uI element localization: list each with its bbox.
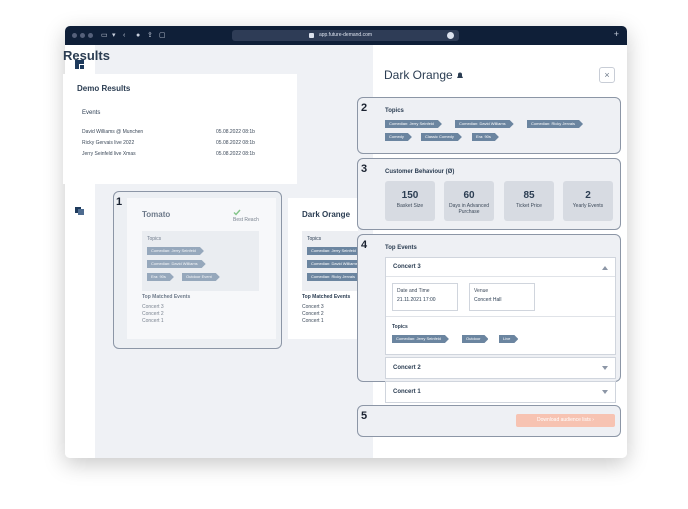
stat-label: Days in Advanced Purchase — [448, 203, 490, 215]
venue-value: Concert Hall — [474, 297, 502, 303]
section-title: Customer Behaviour (Ø) — [385, 169, 455, 175]
new-tab-icon[interactable]: + — [614, 29, 619, 40]
demo-results-card: Demo Results Events David Williams @ Mun… — [63, 74, 297, 184]
topic-tag: Classic Comedy — [421, 133, 462, 141]
topic-tag: Comedian: Ricky Jervais — [307, 273, 363, 281]
chevron-down-icon[interactable] — [602, 366, 608, 370]
topics-label: Topics — [392, 324, 408, 330]
sidebar-toggle-icon[interactable]: ▭ — [101, 31, 108, 40]
shield-icon[interactable]: ● — [136, 31, 140, 40]
window-close-dot[interactable] — [72, 33, 77, 38]
topic-tag: Comedian: Jerry Seinfeld — [307, 247, 364, 255]
layers-icon[interactable] — [74, 205, 85, 216]
close-button[interactable]: × — [599, 67, 615, 83]
browser-titlebar: ▭ ▾ ‹ ● ⇪ ▢ app.future-demand.com + — [65, 26, 627, 45]
stat-value: 150 — [401, 190, 419, 201]
section-title: Topics — [385, 108, 404, 114]
download-audience-button[interactable]: Download audience lists › — [516, 414, 615, 427]
topic-tag: Comedian: David Williams — [455, 120, 514, 128]
venue-field: Venue Concert Hall — [469, 283, 535, 311]
event-accordion[interactable]: Concert 1 — [385, 381, 616, 403]
topic-tag: Comedy — [385, 133, 412, 141]
stat-card: 150 Basket Size — [385, 181, 435, 221]
callout-number: 4 — [361, 239, 368, 251]
events-label: Events — [82, 110, 101, 116]
event-date: 05.08.2022 08:1b — [216, 151, 255, 157]
stat-card: 2 Yearly Events — [563, 181, 613, 221]
topic-tag: Comedian: Jerry Seinfeld — [385, 120, 442, 128]
topics-label: Topics — [307, 236, 322, 242]
stat-label: Yearly Events — [572, 203, 604, 209]
topics-box: Topics Comedian: Jerry Seinfeld Comedian… — [302, 231, 358, 291]
event-accordion[interactable]: Concert 2 — [385, 357, 616, 379]
download-label: Download audience lists — [537, 417, 591, 423]
segment-title: Dark Orange — [302, 210, 351, 219]
venue-label: Venue — [474, 288, 489, 294]
reader-icon[interactable]: ▢ — [159, 31, 166, 40]
address-bar[interactable]: app.future-demand.com — [232, 30, 459, 41]
window-minimize-dot[interactable] — [80, 33, 85, 38]
stat-value: 85 — [523, 190, 535, 201]
event-date: 05.08.2022 08:1b — [216, 129, 255, 135]
back-icon[interactable]: ‹ — [123, 31, 125, 40]
reload-icon[interactable] — [447, 32, 454, 39]
topic-tag: Outdoor — [462, 335, 488, 343]
bell-icon[interactable] — [456, 72, 464, 79]
event-date: 05.08.2022 08:1b — [216, 140, 255, 146]
event-accordion-expanded: Concert 3 Date and Time 21.11.2021 17:00… — [385, 257, 616, 355]
topic-tag: Era: 90s — [472, 133, 499, 141]
matched-event: Concert 1 — [302, 318, 324, 324]
date-value: 21.11.2021 17:00 — [397, 297, 436, 303]
panel-title-text: Dark Orange — [384, 68, 453, 82]
stat-label: Ticket Price — [516, 203, 542, 209]
stat-label: Basket Size — [396, 203, 424, 209]
event-name: David Williams @ Munchen — [82, 129, 144, 135]
matched-event: Concert 2 — [302, 311, 324, 317]
topic-tag: Comedian: Jerry Seinfeld — [392, 335, 449, 343]
event-name: Ricky Gervais live 2022 — [82, 140, 135, 146]
topics-section: Topics Comedian: Jerry Seinfeld Comedian… — [357, 97, 621, 154]
callout-number: 1 — [116, 196, 123, 208]
matched-event: Concert 3 — [302, 304, 324, 310]
callout-number: 2 — [361, 102, 368, 114]
top-matched-label: Top Matched Events — [302, 294, 351, 300]
stat-card: 60 Days in Advanced Purchase — [444, 181, 494, 221]
segment-card-dark-orange[interactable]: Dark Orange Topics Comedian: Jerry Seinf… — [288, 198, 358, 339]
topic-tag: Live — [499, 335, 518, 343]
date-label: Date and Time — [397, 288, 430, 294]
callout-number: 3 — [361, 163, 368, 175]
window-zoom-dot[interactable] — [88, 33, 93, 38]
accordion-title[interactable]: Concert 3 — [393, 264, 421, 270]
event-name: Jerry Seinfeld live Xmas — [82, 151, 136, 157]
stat-card: 85 Ticket Price — [504, 181, 554, 221]
panel-title: Dark Orange — [384, 68, 464, 82]
chevron-up-icon[interactable] — [602, 266, 608, 270]
accordion-title: Concert 1 — [393, 389, 421, 395]
demo-results-title: Demo Results — [77, 84, 131, 93]
stat-value: 60 — [463, 190, 475, 201]
topic-tag: Comedian: Ricky Jervais — [527, 120, 583, 128]
callout-1-highlight — [113, 191, 282, 349]
stat-value: 2 — [585, 190, 591, 201]
chevron-down-icon[interactable] — [602, 390, 608, 394]
divider — [386, 316, 615, 317]
accordion-title: Concert 2 — [393, 365, 421, 371]
divider — [386, 276, 615, 277]
section-title: Top Events — [385, 245, 417, 251]
page-title: Results — [63, 48, 110, 63]
date-field: Date and Time 21.11.2021 17:00 — [392, 283, 458, 311]
url-text: app.future-demand.com — [318, 32, 373, 38]
chevron-down-icon[interactable]: ▾ — [112, 31, 116, 40]
callout-number: 5 — [361, 410, 368, 422]
share-icon[interactable]: ⇪ — [147, 31, 153, 40]
